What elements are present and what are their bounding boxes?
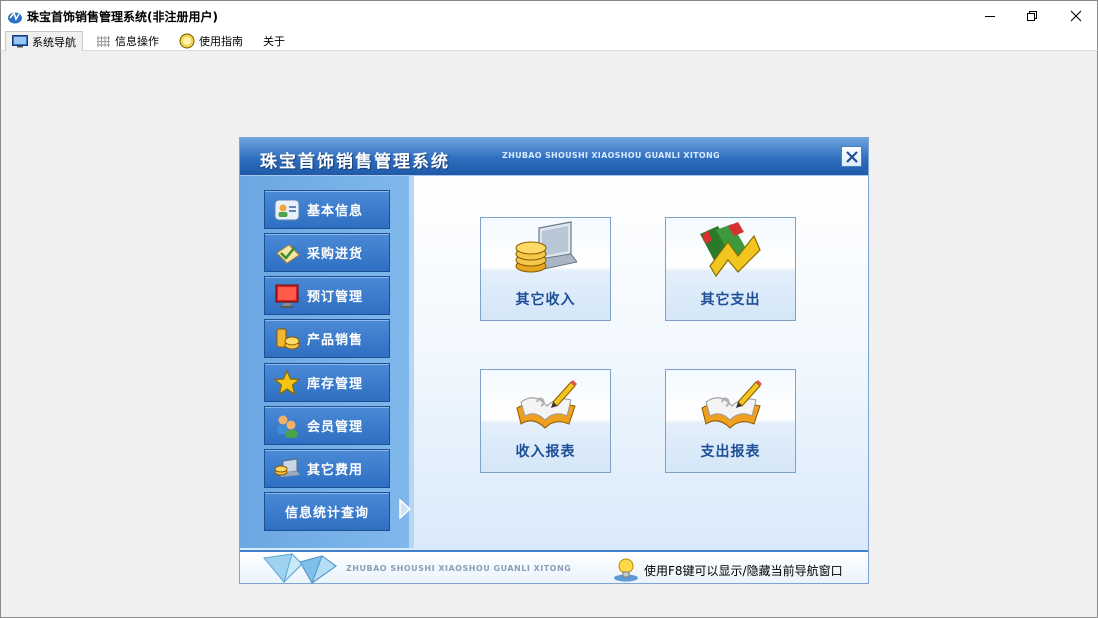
menu-label: 关于	[263, 35, 285, 48]
nav-footer: ZHUBAO SHOUSHI XIAOSHOU GUANLI XITONG 使用…	[240, 550, 868, 584]
coins-icon	[276, 328, 300, 349]
nav-title: 珠宝首饰销售管理系统	[260, 152, 450, 172]
monitor-icon	[12, 35, 28, 48]
star-icon	[273, 369, 301, 395]
monitor-icon	[275, 284, 299, 308]
menu-bar: 系统导航 信息操作 使用指南 关于	[0, 31, 1098, 51]
purchase-icon	[276, 243, 300, 264]
lightbulb-icon	[614, 558, 638, 582]
sidebar-item-purchase[interactable]: 采购进货	[264, 233, 390, 272]
menu-label: 使用指南	[199, 35, 243, 48]
tile-expense-report[interactable]: 支出报表	[665, 369, 796, 473]
restore-icon	[1027, 11, 1037, 21]
tile-label: 收入报表	[515, 444, 576, 460]
nav-header: 珠宝首饰销售管理系统 ZHUBAO SHOUSHI XIAOSHOU GUANL…	[240, 138, 868, 176]
menu-user-guide[interactable]: 使用指南	[173, 31, 249, 51]
menu-system-nav[interactable]: 系统导航	[5, 31, 83, 51]
window-title: 珠宝首饰销售管理系统(非注册用户)	[27, 10, 218, 24]
window-titlebar: 珠宝首饰销售管理系统(非注册用户)	[0, 0, 1098, 31]
chart-arrow-icon	[700, 222, 761, 278]
nav-sidebar: 基本信息 采购进货 预订管理 产品销售 库存管理 会员管理 其它费用 信息统计查…	[240, 176, 414, 548]
laptop-coins-icon	[274, 457, 300, 477]
tile-label: 支出报表	[700, 444, 761, 460]
nav-close-button[interactable]	[841, 146, 862, 167]
close-icon	[1070, 10, 1082, 22]
sidebar-item-label: 会员管理	[307, 420, 364, 435]
close-icon	[845, 150, 858, 163]
menu-label: 系统导航	[32, 35, 76, 49]
help-bulb-icon	[179, 33, 195, 49]
report-book-icon	[516, 380, 577, 429]
sidebar-item-basic-info[interactable]: 基本信息	[264, 190, 390, 229]
sidebar-item-booking[interactable]: 预订管理	[264, 276, 390, 315]
grid-icon	[97, 35, 110, 47]
tile-label: 其它支出	[700, 292, 761, 308]
sidebar-item-other-fees[interactable]: 其它费用	[264, 449, 390, 488]
tile-income-report[interactable]: 收入报表	[480, 369, 611, 473]
sidebar-item-label: 预订管理	[307, 290, 364, 305]
minimize-icon	[985, 16, 995, 17]
close-window-button[interactable]	[1053, 1, 1098, 31]
sidebar-item-label: 其它费用	[307, 463, 364, 478]
f8-hint-text: 使用F8键可以显示/隐藏当前导航窗口	[644, 564, 843, 578]
diamond-logo-icon	[263, 553, 337, 584]
navigation-window: 珠宝首饰销售管理系统 ZHUBAO SHOUSHI XIAOSHOU GUANL…	[239, 137, 869, 584]
sidebar-item-sales[interactable]: 产品销售	[264, 319, 390, 358]
minimize-button[interactable]	[967, 1, 1013, 31]
sidebar-item-inventory[interactable]: 库存管理	[264, 363, 390, 402]
app-logo-icon	[8, 11, 22, 24]
sidebar-item-label: 信息统计查询	[284, 506, 369, 521]
tile-label: 其它收入	[515, 292, 576, 308]
menu-label: 信息操作	[115, 35, 159, 48]
sidebar-item-label: 产品销售	[307, 333, 364, 348]
sidebar-item-label: 基本信息	[307, 204, 364, 219]
report-book-icon	[701, 380, 762, 429]
menu-about[interactable]: 关于	[257, 31, 291, 51]
members-icon	[277, 415, 298, 438]
restore-button[interactable]	[1009, 1, 1055, 31]
sidebar-item-statistics[interactable]: 信息统计查询	[264, 492, 390, 531]
footer-subtitle: ZHUBAO SHOUSHI XIAOSHOU GUANLI XITONG	[346, 564, 572, 573]
sidebar-item-members[interactable]: 会员管理	[264, 406, 390, 445]
contacts-icon	[274, 199, 300, 220]
nav-subtitle: ZHUBAO SHOUSHI XIAOSHOU GUANLI XITONG	[502, 151, 720, 160]
coins-laptop-icon	[515, 221, 577, 273]
menu-info-ops[interactable]: 信息操作	[91, 31, 165, 51]
tile-other-expense[interactable]: 其它支出	[665, 217, 796, 321]
sidebar-item-label: 采购进货	[307, 247, 364, 262]
sidebar-item-label: 库存管理	[307, 377, 364, 392]
expand-arrow-icon[interactable]	[398, 498, 412, 520]
tile-other-income[interactable]: 其它收入	[480, 217, 611, 321]
